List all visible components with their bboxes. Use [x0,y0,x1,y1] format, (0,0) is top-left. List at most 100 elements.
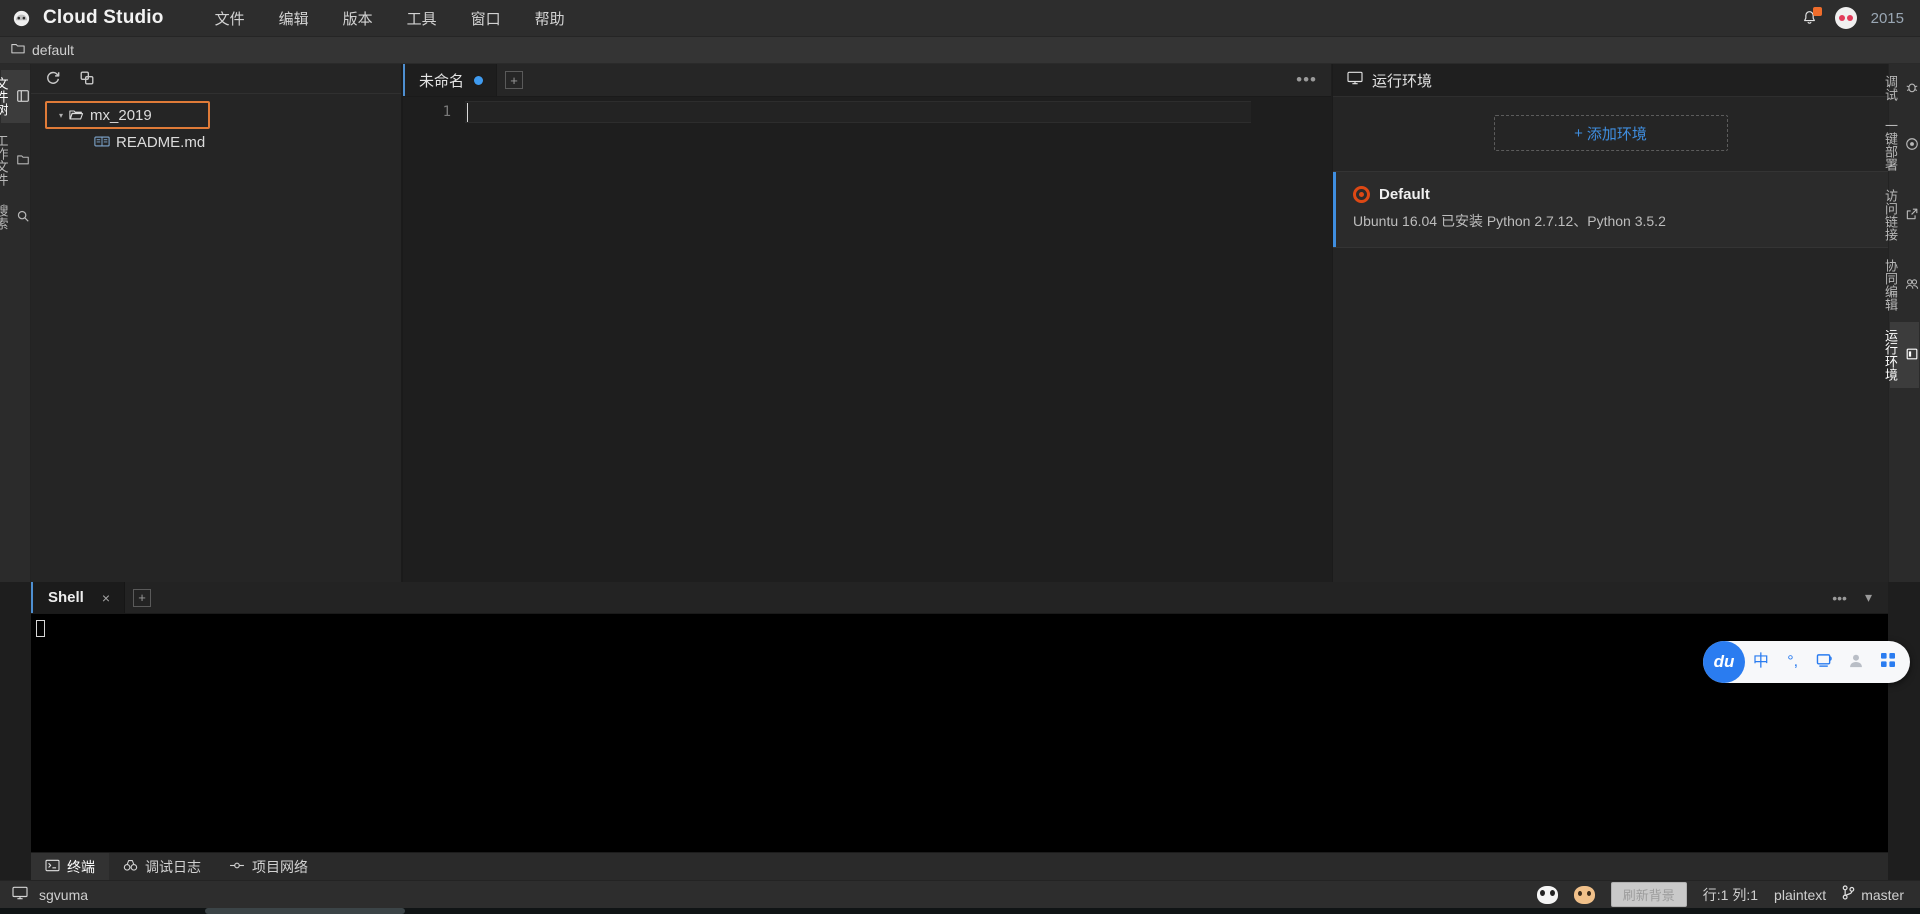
link-icon [1905,207,1919,223]
sidebar-item-search[interactable]: 搜索 [0,197,30,237]
editor-panel: 未命名 + ••• 1 [403,64,1331,586]
menu-item-help[interactable]: 帮助 [518,0,582,37]
sidebar-label-file-tree: 文件树 [0,77,9,116]
terminal-more-menu-button[interactable]: ••• [1832,590,1847,606]
environment-title-row: Default [1353,186,1870,203]
menu-item-file[interactable]: 文件 [198,0,262,37]
punctuation-icon[interactable]: °, [1777,654,1809,670]
add-environment-button[interactable]: + 添加环境 [1493,115,1728,151]
avatar[interactable] [1834,7,1857,29]
sidebar-item-access-link[interactable]: 访问链接 [1883,182,1919,248]
add-environment-row: + 添加环境 [1333,97,1888,172]
cloud-studio-window: Cloud Studio 文件 编辑 版本 工具 窗口 帮助 2015 defa… [0,0,1920,914]
sidebar-item-debug[interactable]: 调试 [1883,68,1919,108]
new-terminal-tab-button[interactable]: + [125,582,159,613]
right-activity-rail: 调试 一键部署 访问链接 协同编辑 运行环境 [1883,64,1920,582]
folder-open-icon [69,108,84,123]
search-icon [16,209,30,225]
ellipsis-icon: ••• [1296,70,1317,89]
menu-item-tools[interactable]: 工具 [390,0,454,37]
editor-line-content[interactable] [465,101,1251,123]
language-mode-icon[interactable]: 中 [1745,654,1777,670]
status-bar: sgvuma 刷新背景 行:1 列:1 plaintext master [0,880,1920,908]
sidebar-label-deploy: 一键部署 [1883,119,1898,171]
cat-icon[interactable] [1536,885,1558,904]
workspace-name[interactable]: sgvuma [39,887,88,903]
menubar-right-group: 2015 [1799,7,1920,29]
sidebar-item-deploy[interactable]: 一键部署 [1883,112,1919,178]
terminal-tab-shell[interactable]: Shell × [31,582,126,613]
bottom-tool-tabs: 终端 调试日志 项目网络 [31,852,1888,881]
sidebar-item-runtime-env[interactable]: 运行环境 [1883,322,1919,388]
breadcrumb-path[interactable]: default [32,42,74,58]
tree-node-folder[interactable]: ▾ mx_2019 [45,101,210,129]
tab-project-network-label: 项目网络 [252,858,308,875]
sidebar-item-working-files[interactable]: 工作文件 [0,127,30,193]
git-branch-name: master [1861,886,1904,903]
runtime-panel-header: 运行环境 [1333,64,1888,97]
tab-terminal[interactable]: 终端 [31,852,109,881]
terminal-collapse-button[interactable]: ▾ [1865,589,1872,606]
sidebar-label-search: 搜索 [0,204,9,230]
sidebar-label-collaborate: 协同编辑 [1883,259,1898,311]
editor-tab-bar: 未命名 + ••• [403,64,1331,97]
tree-node-label-file: README.md [116,134,206,151]
file-tree-body: ▾ mx_2019 README.md [31,94,401,156]
folder-icon [11,42,25,59]
file-tree-toolbar [31,64,401,94]
refresh-background-button[interactable]: 刷新背景 [1610,882,1687,907]
chevron-down-icon[interactable]: ▾ [59,111,63,120]
menu-item-edit[interactable]: 编辑 [262,0,326,37]
editor-tab-label: 未命名 [419,72,465,90]
git-branch-icon [1842,885,1855,904]
breadcrumb: default [0,37,1920,64]
debug-icon [1905,80,1919,96]
horizontal-scrollbar[interactable] [0,908,1920,914]
cursor-position[interactable]: 行:1 列:1 [1703,885,1758,905]
ubuntu-icon [1353,186,1370,203]
terminal-panel: Shell × + ••• ▾ [31,582,1888,852]
git-branch-status[interactable]: master [1842,885,1904,904]
collapse-all-icon[interactable] [79,70,95,88]
tab-debug-log-label: 调试日志 [145,858,201,875]
refresh-icon[interactable] [45,70,61,88]
ime-logo-icon[interactable]: du [1703,641,1745,683]
tree-node-file[interactable]: README.md [31,129,401,156]
runtime-env-icon [1905,347,1919,363]
scrollbar-thumb[interactable] [205,908,405,914]
app-title: Cloud Studio [43,7,164,28]
menu-item-window[interactable]: 窗口 [454,0,518,37]
debug-log-icon [123,859,138,875]
environment-name: Default [1379,186,1430,203]
add-environment-label: 添加环境 [1586,125,1647,143]
close-icon[interactable]: × [102,590,110,606]
user-name[interactable]: 2015 [1871,10,1904,27]
plus-icon: + [505,71,524,89]
sidebar-item-file-tree[interactable]: 文件树 [0,70,30,123]
editor-surface[interactable]: 1 [403,101,1331,586]
terminal-icon [45,859,60,875]
dog-icon[interactable] [1573,885,1595,904]
sidebar-label-access-link: 访问链接 [1883,189,1898,241]
editor-tab-untitled[interactable]: 未命名 [403,64,498,96]
user-icon[interactable] [1840,653,1872,672]
environment-item-default[interactable]: Default Ubuntu 16.04 已安装 Python 2.7.12、P… [1333,172,1888,248]
unsaved-indicator-icon[interactable] [474,75,484,85]
menu-item-version[interactable]: 版本 [326,0,390,37]
ime-floating-toolbar[interactable]: du 中 °, [1703,641,1910,683]
monitor-icon [1347,71,1363,89]
deploy-icon [1905,137,1919,153]
notification-badge [1812,7,1822,16]
new-editor-tab-button[interactable]: + [497,64,531,96]
editor-line: 1 [403,101,1331,123]
apps-grid-icon[interactable] [1872,652,1904,672]
language-mode[interactable]: plaintext [1774,887,1826,903]
project-network-icon [229,859,245,875]
tab-debug-log[interactable]: 调试日志 [109,853,215,881]
bell-icon[interactable] [1799,7,1822,29]
soft-keyboard-icon[interactable] [1809,653,1841,672]
terminal-output[interactable] [31,614,1888,852]
tab-project-network[interactable]: 项目网络 [215,853,322,881]
editor-more-menu-button[interactable]: ••• [1296,64,1331,96]
sidebar-item-collaborate[interactable]: 协同编辑 [1883,252,1919,318]
